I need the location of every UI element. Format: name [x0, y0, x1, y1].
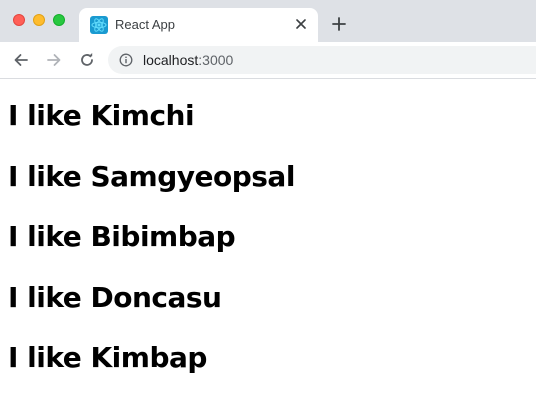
new-tab-plus-icon[interactable]: [329, 14, 349, 34]
url-host: localhost: [143, 52, 199, 68]
close-window-button[interactable]: [13, 14, 25, 26]
food-heading: I like Kimchi: [8, 99, 195, 132]
url-text: localhost:3000: [143, 52, 233, 68]
react-logo-icon: [90, 16, 108, 34]
food-heading: I like Bibimbap: [8, 220, 236, 253]
food-heading: I like Samgyeopsal: [8, 160, 295, 193]
info-icon[interactable]: [119, 53, 133, 67]
tab-strip: React App: [0, 0, 536, 42]
back-arrow-icon[interactable]: [11, 50, 31, 70]
food-heading: I like Doncasu: [8, 281, 222, 314]
url-port: :3000: [198, 52, 234, 68]
address-bar[interactable]: localhost:3000: [108, 46, 536, 74]
tab-title: React App: [115, 17, 175, 32]
food-heading: I like Kimbap: [8, 341, 207, 374]
page-content: I like Kimchi I like Samgyeopsal I like …: [0, 79, 536, 413]
maximize-window-button[interactable]: [53, 14, 65, 26]
tab-react-app[interactable]: React App: [79, 8, 318, 42]
close-tab-icon[interactable]: [292, 15, 310, 33]
browser-window: React App localhost:3000 I like Kimchi I…: [0, 0, 536, 413]
reload-icon[interactable]: [77, 50, 97, 70]
minimize-window-button[interactable]: [33, 14, 45, 26]
forward-arrow-icon[interactable]: [44, 50, 64, 70]
browser-toolbar: localhost:3000: [0, 42, 536, 79]
